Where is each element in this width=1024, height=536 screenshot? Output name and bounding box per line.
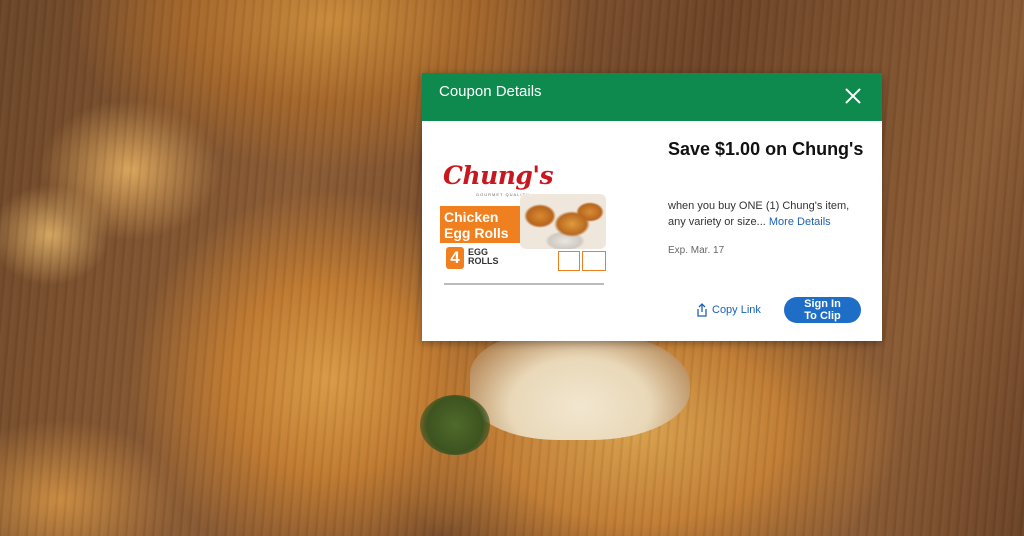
sign-in-to-clip-button[interactable]: Sign In To Clip [784, 297, 861, 323]
dialog-title: Coupon Details [439, 83, 542, 100]
egg-rolls-photo [520, 194, 606, 249]
sign-in-label-line2: To Clip [804, 310, 841, 322]
copy-link-label: Copy Link [712, 304, 761, 316]
product-name-line1: Chicken [444, 209, 499, 225]
expiration-date: Exp. Mar. 17 [668, 245, 725, 256]
package-badge [558, 251, 580, 271]
more-details-link[interactable]: More Details [769, 216, 831, 228]
offer-headline: Save $1.00 on Chung's [668, 139, 864, 159]
offer-description: when you buy ONE (1) Chung's item, any v… [668, 198, 868, 230]
package-badge [582, 251, 606, 271]
product-name-line2: Egg Rolls [444, 225, 509, 241]
product-name: Chicken Egg Rolls [440, 206, 520, 243]
product-image: Chung's GOURMET QUALITY Chicken Egg Roll… [440, 161, 608, 301]
product-count-label: EGG ROLLS [468, 247, 499, 266]
sign-in-label-line1: Sign In [804, 298, 841, 310]
copy-link-button[interactable]: Copy Link [696, 303, 761, 317]
coupon-details-dialog: Coupon Details Chung's GOURMET QUALITY C… [422, 73, 882, 341]
close-icon[interactable] [842, 85, 864, 107]
share-icon [697, 303, 707, 317]
product-count: 4 [446, 247, 464, 269]
brand-logo: Chung's [443, 161, 554, 190]
dialog-header: Coupon Details [422, 73, 882, 121]
package-fineprint [444, 283, 604, 285]
